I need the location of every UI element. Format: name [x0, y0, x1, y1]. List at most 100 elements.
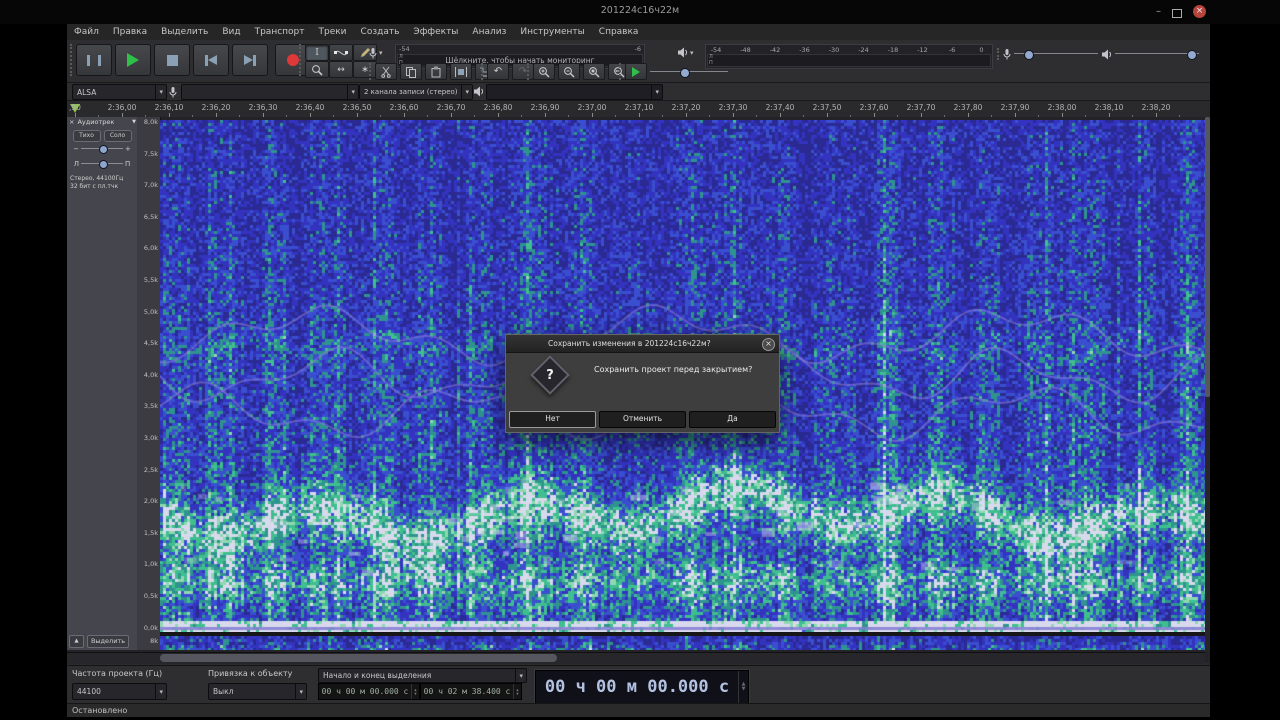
- cancel-button[interactable]: Отменить: [599, 411, 686, 428]
- pan-slider-thumb[interactable]: [99, 160, 108, 169]
- window-titlebar[interactable]: 201224с16ч22м – ×: [0, 0, 1280, 24]
- track-close-button[interactable]: ×: [69, 118, 74, 126]
- timeline-ticks: ,90 2:36,00 2:36,10 2:36,20 2:36,30 2:36,40 2:…: [67, 101, 1210, 117]
- meter-scale-label: -48: [740, 46, 751, 54]
- solo-button[interactable]: Соло: [103, 130, 132, 142]
- spinner[interactable]: ▲ ▼: [738, 671, 748, 703]
- gain-slider-thumb[interactable]: [99, 145, 108, 154]
- spinner[interactable]: ▲ ▼: [411, 684, 419, 699]
- pan-slider[interactable]: [81, 159, 123, 169]
- mute-button[interactable]: Тихо: [72, 130, 101, 142]
- vertical-scrollbar-thumb[interactable]: [1205, 117, 1210, 397]
- menu-item-7[interactable]: Создать: [354, 24, 407, 40]
- copy-button[interactable]: [400, 63, 422, 80]
- playback-meter-dropdown[interactable]: ▾: [677, 47, 694, 58]
- record-meter-dropdown[interactable]: ▾: [369, 47, 383, 59]
- chevron-down-icon: ▾: [690, 48, 694, 57]
- horizontal-scrollbar[interactable]: [67, 652, 1205, 664]
- spin-down-icon[interactable]: ▼: [742, 687, 746, 692]
- timeline-tick-label: 2:36,90: [530, 103, 560, 112]
- zoom-tool-button[interactable]: [305, 61, 329, 78]
- zoom-toolbar: [527, 63, 630, 80]
- skip-start-icon: [208, 55, 217, 65]
- freq-label: 0,0k: [143, 623, 158, 632]
- spin-down-icon[interactable]: ▼: [516, 691, 518, 696]
- menu-item-9[interactable]: Анализ: [465, 24, 513, 40]
- audio-host-select[interactable]: ALSA ▾: [72, 84, 167, 100]
- trim-audio-button[interactable]: [450, 63, 472, 80]
- timeline-ruler[interactable]: ,90 2:36,00 2:36,10 2:36,20 2:36,30 2:36,40 2:…: [67, 101, 1210, 118]
- zoom-in-button[interactable]: [533, 63, 555, 80]
- menu-bar: Файл Правка Выделить Вид Транспорт Треки Созда…: [67, 24, 1210, 40]
- snap-to-select[interactable]: Выкл ▾: [208, 683, 307, 700]
- playback-meter-bars[interactable]: Л П: [707, 54, 991, 67]
- menu-item-2[interactable]: Правка: [106, 24, 154, 40]
- menu-item-6[interactable]: Треки: [312, 24, 354, 40]
- select-track-button[interactable]: Выделить: [87, 635, 129, 648]
- collapse-track-button[interactable]: ▲: [69, 635, 84, 648]
- recording-channels-select[interactable]: 2 канала записи (стерео) ▾: [359, 84, 473, 100]
- vertical-scrollbar[interactable]: [1205, 117, 1210, 650]
- meter-scale-min: -54: [399, 45, 410, 53]
- playback-meter[interactable]: -54 -48 -42 -36 -30 -24 -18 -12 -6 0 Л П: [705, 44, 993, 69]
- playback-volume-thumb[interactable]: [1187, 50, 1197, 60]
- transport-toolbar: [70, 44, 311, 76]
- recording-device-select[interactable]: ▾: [181, 84, 359, 100]
- maximize-button[interactable]: [1172, 8, 1182, 18]
- spinner[interactable]: ▲ ▼: [513, 684, 521, 699]
- selection-end-field[interactable]: 00 ч 02 м 38.400 с ▲ ▼: [420, 683, 522, 700]
- playback-volume-slider[interactable]: [1115, 48, 1199, 60]
- play-at-speed-button[interactable]: [625, 63, 647, 80]
- menu-item-1[interactable]: Файл: [67, 24, 106, 40]
- zoom-selection-button[interactable]: [583, 63, 605, 80]
- cut-button[interactable]: [375, 63, 397, 80]
- pause-button[interactable]: [76, 44, 112, 76]
- stop-icon: [166, 54, 178, 66]
- timeshift-tool-button[interactable]: ↔: [329, 61, 353, 78]
- horizontal-scrollbar-thumb[interactable]: [160, 654, 557, 662]
- paste-button[interactable]: [425, 63, 447, 80]
- no-button[interactable]: Нет: [509, 411, 596, 428]
- envelope-tool-button[interactable]: [329, 44, 353, 61]
- menu-item-3[interactable]: Выделить: [154, 24, 215, 40]
- play-button[interactable]: [115, 44, 151, 76]
- selection-range-mode-select[interactable]: Начало и конец выделения ▾: [318, 668, 527, 683]
- menu-item-8[interactable]: Эффекты: [406, 24, 465, 40]
- dialog-titlebar[interactable]: Сохранить изменения в 201224с16ч22м? ×: [506, 335, 779, 353]
- playback-device-select[interactable]: ▾: [486, 84, 663, 100]
- recording-volume-thumb[interactable]: [1024, 50, 1034, 60]
- audio-position-value: 00 ч 00 м 00.000 с: [544, 677, 730, 697]
- track-name[interactable]: Аудиотрек: [77, 118, 129, 126]
- track-menu-icon[interactable]: ▼: [132, 119, 136, 125]
- copy-icon: [406, 66, 416, 78]
- yes-button[interactable]: Да: [689, 411, 776, 428]
- timeline-tick-label: 2:37,80: [953, 103, 983, 112]
- menu-item-10[interactable]: Инструменты: [513, 24, 591, 40]
- timeline-tick-label: 2:36,80: [483, 103, 513, 112]
- dialog-close-button[interactable]: ×: [762, 338, 775, 351]
- zoom-out-button[interactable]: [558, 63, 580, 80]
- redo-icon: ↷: [518, 66, 528, 77]
- minimize-button[interactable]: –: [1156, 5, 1161, 18]
- undo-button[interactable]: ↶: [487, 63, 509, 80]
- audio-position-display[interactable]: 00 ч 00 м 00.000 с ▲ ▼: [535, 670, 749, 704]
- selection-tool-button[interactable]: I: [305, 44, 329, 61]
- spin-down-icon[interactable]: ▼: [414, 691, 416, 696]
- spectrogram-canvas-ch2[interactable]: [160, 636, 1205, 650]
- skip-end-button[interactable]: [232, 44, 268, 76]
- speed-slider-thumb[interactable]: [680, 67, 690, 78]
- menu-item-5[interactable]: Транспорт: [248, 24, 312, 40]
- trim-icon: [455, 66, 467, 77]
- envelope-icon: [334, 50, 348, 55]
- gain-slider[interactable]: [81, 144, 123, 154]
- close-button[interactable]: ×: [1193, 5, 1206, 18]
- selection-start-field[interactable]: 00 ч 00 м 00.000 с ▲ ▼: [318, 683, 420, 700]
- skip-start-button[interactable]: [193, 44, 229, 76]
- recording-volume-slider[interactable]: [1014, 48, 1098, 60]
- frequency-ruler[interactable]: 8,0k 7,5k 7,0k 6,5k 6,0k 5,5k 5,0k 4,5k 4,0k 3,5k…: [137, 117, 161, 650]
- project-rate-select[interactable]: 44100 ▾: [72, 683, 167, 700]
- menu-item-11[interactable]: Справка: [592, 24, 646, 40]
- menu-item-4[interactable]: Вид: [215, 24, 247, 40]
- project-rate-value: 44100: [77, 687, 101, 696]
- stop-button[interactable]: [154, 44, 190, 76]
